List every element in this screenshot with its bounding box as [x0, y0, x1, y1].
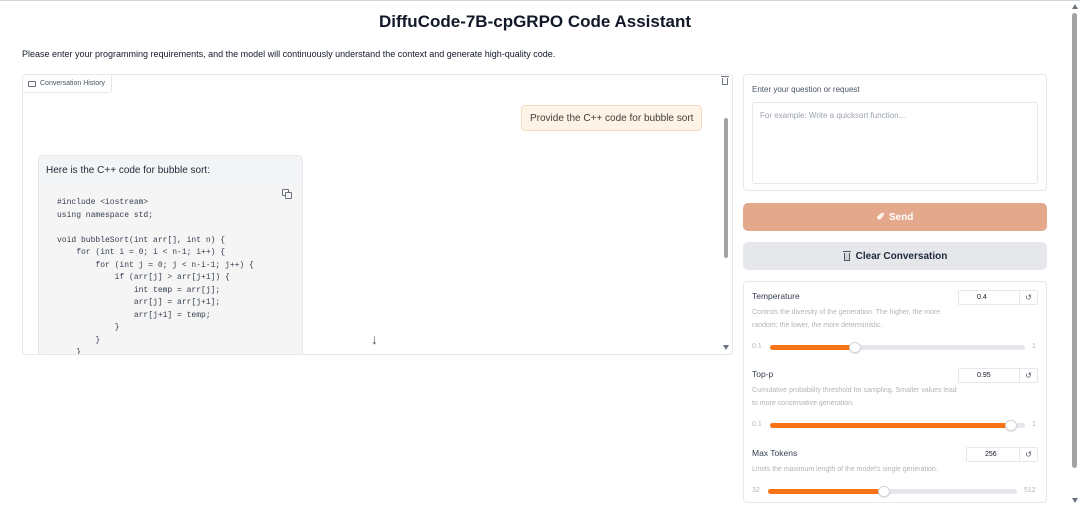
chatbot-label-text: Conversation History	[40, 80, 105, 87]
top-p-number-box: ↺	[958, 368, 1038, 383]
temperature-slider[interactable]	[770, 342, 1025, 353]
trash-lid	[721, 76, 729, 77]
chat-icon	[28, 80, 36, 87]
page-scrollbar[interactable]	[1071, 4, 1079, 504]
page-description: Please enter your programming requiremen…	[22, 49, 556, 59]
top-p-input[interactable]	[959, 369, 1019, 382]
max-tokens-reset-icon[interactable]: ↺	[1019, 448, 1037, 461]
chat-scrollbar[interactable]	[723, 89, 729, 351]
copy-icon-front	[285, 192, 292, 199]
temperature-number-box: ↺	[958, 290, 1038, 305]
max-tokens-slider-thumb[interactable]	[878, 486, 891, 497]
page-scrollbar-thumb[interactable]	[1072, 13, 1077, 468]
settings-panel: Temperature Controls the diversity of th…	[743, 281, 1047, 503]
clear-conversation-button[interactable]: Clear Conversation	[743, 242, 1047, 270]
trash-icon-lid	[842, 251, 851, 252]
bot-message-text: Here is the C++ code for bubble sort:	[46, 165, 210, 176]
question-panel: Enter your question or request	[743, 74, 1047, 191]
send-button-label: Send	[888, 211, 914, 223]
trash-icon	[842, 251, 851, 261]
send-button[interactable]: ✐ Send	[743, 203, 1047, 231]
code-block: #include <iostream> using namespace std;…	[46, 185, 297, 355]
question-label: Enter your question or request	[752, 85, 860, 94]
user-message: Provide the C++ code for bubble sort	[521, 105, 703, 131]
clear-chat-icon[interactable]	[720, 76, 730, 88]
temperature-setting: Temperature Controls the diversity of th…	[744, 282, 1046, 353]
max-tokens-max: 512	[1024, 487, 1036, 494]
temperature-input[interactable]	[959, 291, 1019, 304]
max-tokens-slider[interactable]	[768, 486, 1017, 497]
top-p-slider-fill	[770, 423, 1011, 428]
max-tokens-setting: Max Tokens Limits the maximum length of …	[744, 439, 1046, 509]
max-tokens-number-box: ↺	[966, 447, 1038, 462]
pen-icon: ✐	[876, 211, 885, 223]
chatbot-panel: Conversation History Provide the C++ cod…	[22, 74, 733, 355]
top-p-slider[interactable]	[770, 420, 1025, 431]
page-scroll-up-icon[interactable]	[1072, 4, 1078, 9]
temperature-slider-fill	[770, 345, 855, 350]
scroll-down-arrow-icon[interactable]	[723, 345, 729, 350]
top-p-max: 1	[1032, 421, 1036, 428]
max-tokens-min: 32	[752, 487, 760, 494]
top-p-label: Top-p	[752, 369, 774, 379]
trash-icon-body	[843, 253, 850, 261]
trash-body	[722, 78, 728, 85]
chat-scrollbar-thumb[interactable]	[724, 118, 728, 258]
temperature-slider-thumb[interactable]	[848, 342, 861, 353]
bot-message: Here is the C++ code for bubble sort: #i…	[38, 155, 303, 355]
user-message-text: Provide the C++ code for bubble sort	[530, 112, 694, 124]
temperature-max: 1	[1032, 343, 1036, 350]
temperature-label: Temperature	[752, 291, 800, 301]
max-tokens-slider-fill	[768, 489, 885, 494]
top-p-info: Cumulative probability threshold for sam…	[752, 387, 957, 407]
top-p-min: 0.1	[752, 421, 762, 428]
top-p-reset-icon[interactable]: ↺	[1019, 369, 1037, 382]
clear-button-label: Clear Conversation	[855, 250, 948, 262]
top-p-slider-thumb[interactable]	[1004, 420, 1017, 431]
copy-icon[interactable]	[282, 189, 292, 199]
max-tokens-info: Limits the maximum length of the model's…	[752, 466, 938, 473]
page-title: DiffuCode-7B-cpGRPO Code Assistant	[378, 12, 691, 31]
code-content: #include <iostream> using namespace std;…	[57, 198, 254, 355]
question-input[interactable]	[752, 102, 1038, 184]
max-tokens-input[interactable]	[967, 448, 1019, 461]
temperature-reset-icon[interactable]: ↺	[1019, 291, 1037, 304]
page-scroll-down-icon[interactable]	[1072, 498, 1078, 503]
max-tokens-label: Max Tokens	[752, 448, 798, 458]
top-p-setting: Top-p Cumulative probability threshold f…	[744, 360, 1046, 431]
top-border	[0, 0, 1080, 1]
chatbot-label: Conversation History	[23, 75, 112, 93]
temperature-min: 0.1	[752, 343, 762, 350]
arrow-down-icon[interactable]: ↓	[371, 331, 378, 347]
temperature-info: Controls the diversity of the generation…	[752, 309, 941, 329]
